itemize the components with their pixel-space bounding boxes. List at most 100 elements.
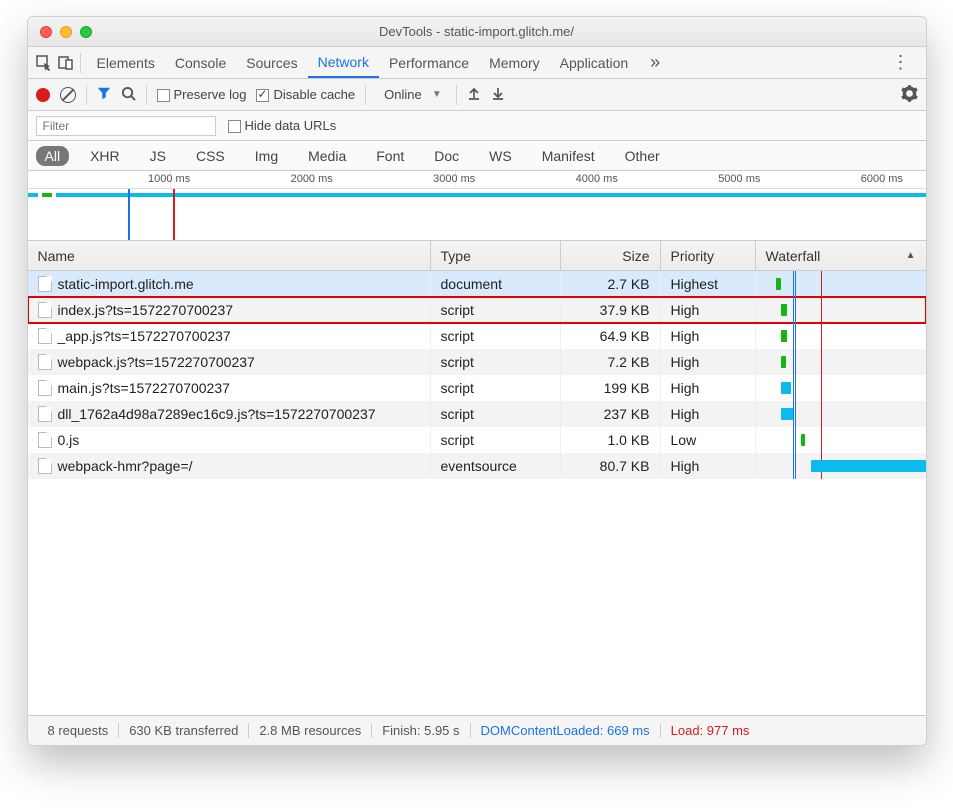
col-name[interactable]: Name: [28, 241, 431, 270]
separator: [365, 85, 366, 105]
filter-media[interactable]: Media: [299, 146, 355, 166]
table-row[interactable]: webpack-hmr?page=/eventsource80.7 KBHigh: [28, 453, 926, 479]
tab-network[interactable]: Network: [308, 47, 379, 78]
col-size[interactable]: Size: [561, 241, 661, 270]
col-type[interactable]: Type: [431, 241, 561, 270]
stat-finish: Finish: 5.95 s: [372, 723, 470, 738]
table-body: static-import.glitch.me document2.7 KB Hig…: [28, 271, 926, 715]
request-type: script: [431, 427, 561, 453]
filter-ws[interactable]: WS: [480, 146, 521, 166]
disable-cache-checkbox[interactable]: Disable cache: [256, 87, 355, 102]
filter-css[interactable]: CSS: [187, 146, 234, 166]
request-name: index.js?ts=1572270700237: [58, 302, 234, 318]
request-size: 37.9 KB: [561, 297, 661, 323]
overflow-tabs-button[interactable]: »: [644, 52, 666, 73]
request-type: script: [431, 323, 561, 349]
throttle-select[interactable]: Online: [376, 84, 446, 106]
table-row[interactable]: webpack.js?ts=1572270700237 script7.2 KBH…: [28, 349, 926, 375]
request-size: 237 KB: [561, 401, 661, 427]
file-icon: [38, 432, 52, 448]
request-name: webpack.js?ts=1572270700237: [58, 354, 255, 370]
request-name: main.js?ts=1572270700237: [58, 380, 230, 396]
inspect-icon[interactable]: [36, 55, 52, 71]
record-button[interactable]: [36, 88, 50, 102]
stat-load: Load: 977 ms: [661, 723, 760, 738]
col-priority[interactable]: Priority: [661, 241, 756, 270]
separator: [86, 85, 87, 105]
filter-row: Hide data URLs: [28, 111, 926, 141]
table-row[interactable]: _app.js?ts=1572270700237script64.9 KBHig…: [28, 323, 926, 349]
more-menu-button[interactable]: ⋮: [884, 52, 918, 73]
filter-icon[interactable]: [97, 86, 111, 103]
request-name: 0.js: [58, 432, 80, 448]
tab-console[interactable]: Console: [165, 47, 236, 78]
file-icon: [38, 380, 52, 396]
request-type: eventsource: [431, 453, 561, 479]
request-priority: Low: [661, 427, 756, 453]
settings-icon[interactable]: [901, 85, 918, 105]
file-icon: [38, 458, 52, 474]
preserve-log-checkbox[interactable]: Preserve log: [157, 87, 247, 102]
tab-memory[interactable]: Memory: [479, 47, 550, 78]
request-size: 7.2 KB: [561, 349, 661, 375]
col-waterfall[interactable]: Waterfall▲: [756, 241, 926, 270]
filter-font[interactable]: Font: [367, 146, 413, 166]
filter-all[interactable]: All: [36, 146, 70, 166]
request-size: 64.9 KB: [561, 323, 661, 349]
window-title: DevTools - static-import.glitch.me/: [28, 24, 926, 39]
waterfall-cell: [756, 427, 926, 453]
table-row[interactable]: static-import.glitch.medocument2.7 KBHig…: [28, 271, 926, 297]
waterfall-cell: [756, 453, 926, 479]
request-size: 1.0 KB: [561, 427, 661, 453]
separator: [456, 85, 457, 105]
stat-transferred: 630 KB transferred: [119, 723, 249, 738]
filter-js[interactable]: JS: [141, 146, 175, 166]
filter-other[interactable]: Other: [616, 146, 669, 166]
waterfall-cell: [756, 297, 926, 323]
tab-performance[interactable]: Performance: [379, 47, 479, 78]
separator: [80, 53, 81, 73]
device-toggle-icon[interactable]: [58, 55, 74, 71]
devtools-window: DevTools - static-import.glitch.me/ Elem…: [27, 16, 927, 746]
table-row[interactable]: index.js?ts=1572270700237script37.9 KBHi…: [28, 297, 926, 323]
request-name: static-import.glitch.me: [58, 276, 194, 292]
request-priority: High: [661, 349, 756, 375]
request-size: 2.7 KB: [561, 271, 661, 297]
filter-doc[interactable]: Doc: [425, 146, 468, 166]
request-type: script: [431, 375, 561, 401]
request-priority: High: [661, 453, 756, 479]
table-row[interactable]: dll_1762a4d98a7289ec16c9.js?ts=157227070…: [28, 401, 926, 427]
table-header: Name Type Size Priority Waterfall▲: [28, 241, 926, 271]
type-filters: All XHR JS CSS Img Media Font Doc WS Manifest Othe…: [28, 141, 926, 171]
filter-img[interactable]: Img: [246, 146, 287, 166]
download-icon[interactable]: [491, 86, 505, 103]
title-bar: DevTools - static-import.glitch.me/: [28, 17, 926, 47]
search-icon[interactable]: [121, 86, 136, 104]
filter-manifest[interactable]: Manifest: [533, 146, 604, 166]
file-icon: [38, 302, 52, 318]
request-type: script: [431, 401, 561, 427]
file-icon: [38, 276, 52, 292]
upload-icon[interactable]: [467, 86, 481, 103]
filter-input[interactable]: [36, 116, 216, 136]
tab-sources[interactable]: Sources: [236, 47, 307, 78]
request-type: script: [431, 297, 561, 323]
requests-table: Name Type Size Priority Waterfall▲ stati…: [28, 241, 926, 715]
tab-application[interactable]: Application: [550, 47, 639, 78]
request-type: script: [431, 349, 561, 375]
timeline-overview[interactable]: 1000 ms2000 ms3000 ms4000 ms5000 ms6000 …: [28, 171, 926, 241]
table-row[interactable]: 0.js script1.0 KBLow: [28, 427, 926, 453]
tab-elements[interactable]: Elements: [87, 47, 165, 78]
file-icon: [38, 354, 52, 370]
waterfall-cell: [756, 401, 926, 427]
request-size: 199 KB: [561, 375, 661, 401]
request-priority: High: [661, 375, 756, 401]
waterfall-cell: [756, 349, 926, 375]
stat-dcl: DOMContentLoaded: 669 ms: [471, 723, 661, 738]
table-row[interactable]: main.js?ts=1572270700237 script199 KBHigh: [28, 375, 926, 401]
request-type: document: [431, 271, 561, 297]
filter-xhr[interactable]: XHR: [81, 146, 129, 166]
clear-button[interactable]: [60, 87, 76, 103]
file-icon: [38, 328, 52, 344]
hide-data-urls-checkbox[interactable]: Hide data URLs: [228, 118, 337, 133]
